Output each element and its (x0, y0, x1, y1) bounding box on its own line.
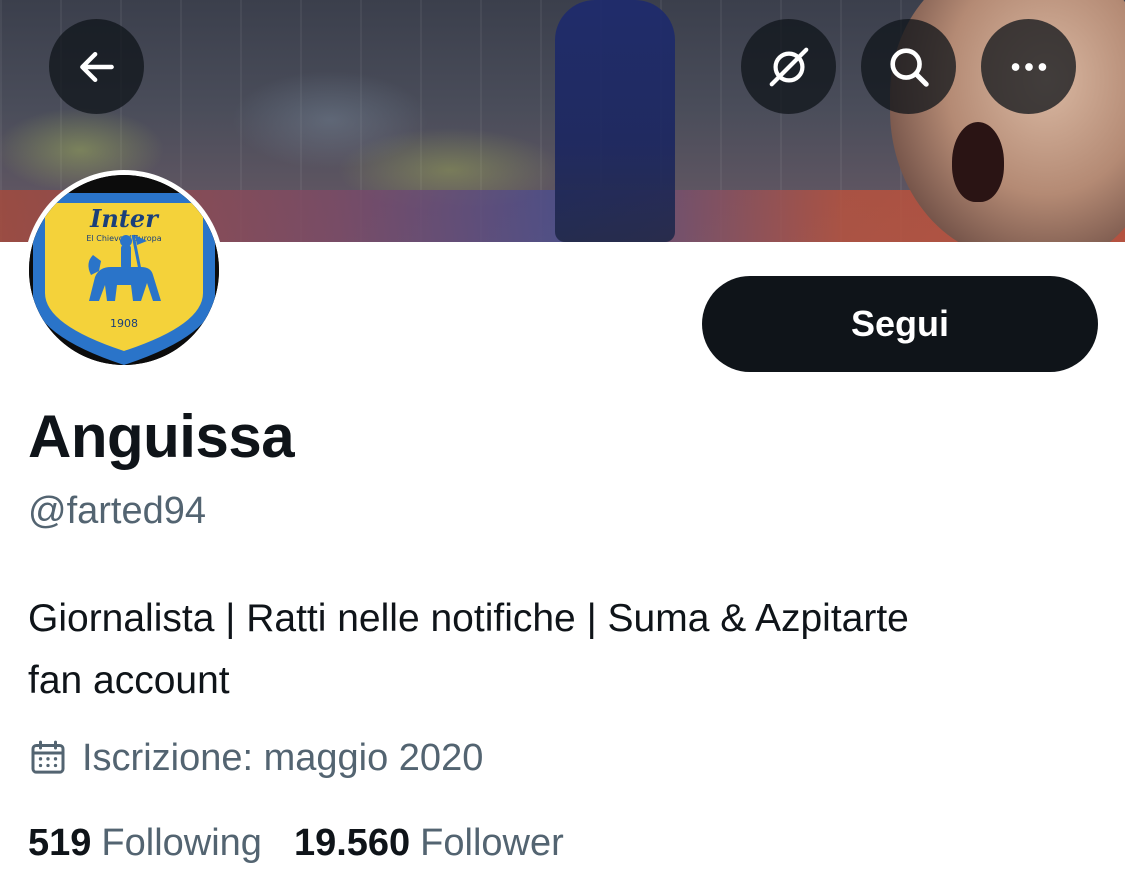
user-handle: @farted94 (28, 490, 207, 532)
following-count: 519 (28, 821, 92, 864)
search-icon (889, 47, 929, 87)
profile-stats: 519 Following 19.560 Follower (28, 818, 564, 868)
joined-date: Iscrizione: maggio 2020 (28, 733, 483, 783)
follow-button[interactable]: Segui (702, 276, 1098, 372)
calendar-icon (31, 740, 65, 774)
following-label: Following (101, 821, 262, 864)
banner-player (555, 0, 675, 242)
back-button[interactable] (49, 19, 144, 114)
display-name: Anguissa (28, 403, 295, 470)
profile-bio: Giornalista | Ratti nelle notifiche | Su… (28, 588, 1088, 712)
joined-text: Iscrizione: maggio 2020 (82, 736, 484, 779)
club-crest-logo: Inter El Chievo d'Europa 1908 (29, 175, 219, 365)
more-horizontal-icon (1011, 62, 1046, 71)
search-button[interactable] (861, 19, 956, 114)
followers-label: Follower (420, 821, 564, 864)
banner-mouth (952, 122, 1004, 202)
followers-link[interactable]: 19.560 Follower (294, 822, 564, 865)
grok-button[interactable] (741, 19, 836, 114)
followers-count: 19.560 (293, 821, 411, 864)
avatar-image: Inter El Chievo d'Europa 1908 (29, 175, 219, 365)
more-button[interactable] (981, 19, 1076, 114)
crest-title: Inter (89, 204, 160, 233)
avatar[interactable]: Inter El Chievo d'Europa 1908 (24, 170, 224, 370)
arrow-left-icon (79, 51, 114, 82)
grok-icon (769, 47, 808, 86)
following-link[interactable]: 519 Following (28, 822, 262, 865)
crest-year: 1908 (110, 317, 138, 330)
bio-line: Giornalista | Ratti nelle notifiche | Su… (28, 597, 909, 640)
bio-line: fan account (28, 659, 230, 702)
